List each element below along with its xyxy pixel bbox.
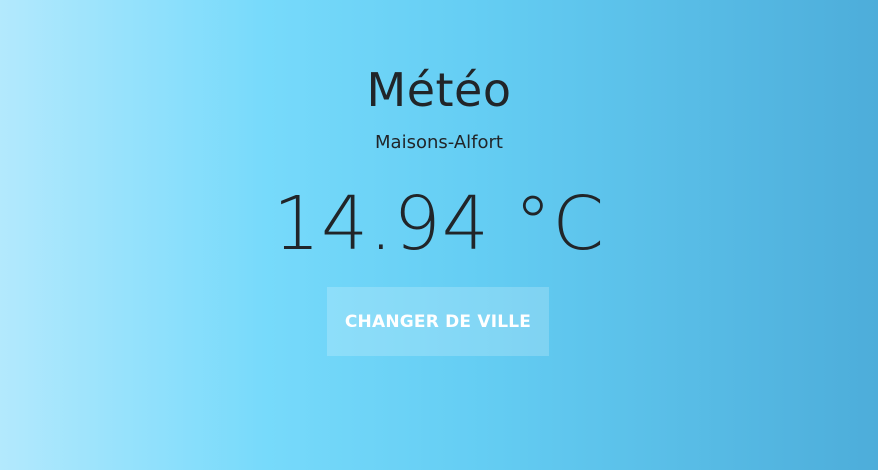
city-name: Maisons-Alfort bbox=[375, 132, 503, 153]
change-city-button[interactable]: CHANGER DE VILLE bbox=[327, 287, 549, 356]
temperature-value: 14.94 °C bbox=[272, 181, 606, 267]
weather-app: Météo Maisons-Alfort 14.94 °C CHANGER DE… bbox=[0, 0, 878, 470]
page-title: Météo bbox=[366, 63, 512, 117]
